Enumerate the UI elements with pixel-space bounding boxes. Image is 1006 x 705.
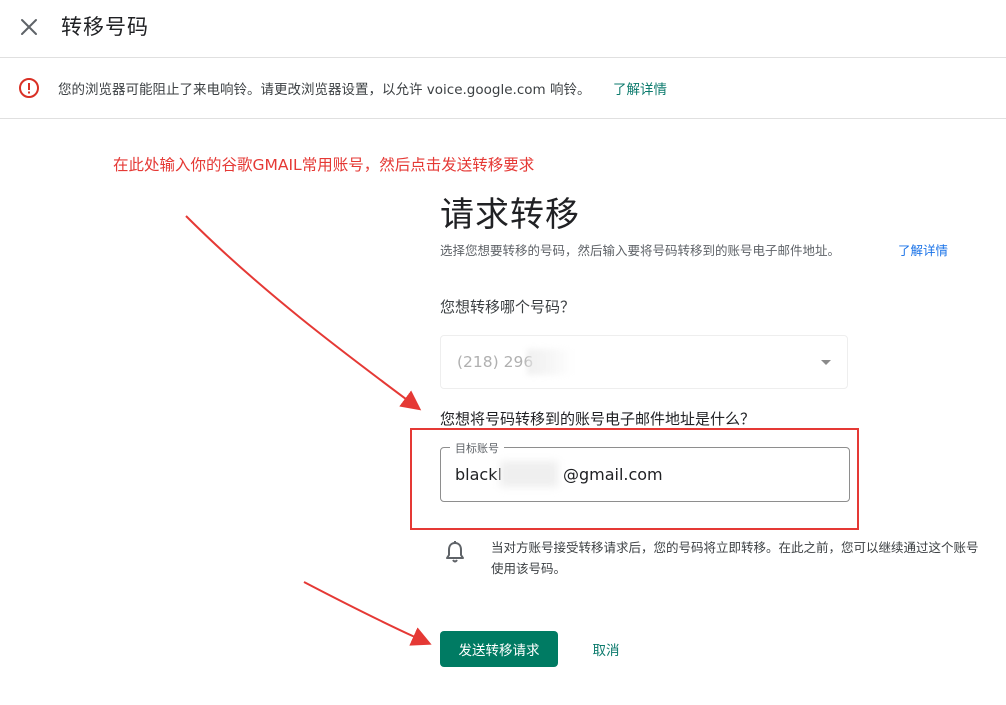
- warning-learn-more-link[interactable]: 了解详情: [613, 78, 667, 98]
- redaction-blur: [527, 349, 573, 375]
- close-icon: [21, 19, 37, 35]
- selected-number: (218) 296: [457, 353, 534, 371]
- error-icon: [19, 78, 39, 98]
- highlight-box: [410, 428, 859, 530]
- arrow-to-send-button: [303, 581, 432, 646]
- dropdown-arrow-icon: [821, 360, 831, 365]
- close-button[interactable]: [14, 12, 44, 42]
- send-transfer-request-button[interactable]: 发送转移请求: [440, 631, 558, 667]
- page-title: 转移号码: [61, 15, 149, 39]
- warning-text: 您的浏览器可能阻止了来电响铃。请更改浏览器设置，以允许 voice.google…: [58, 82, 591, 98]
- instruction-annotation: 在此处输入你的谷歌GMAIL常用账号，然后点击发送转移要求: [113, 156, 535, 174]
- transfer-info-text: 当对方账号接受转移请求后，您的号码将立即转移。在此之前，您可以继续通过这个账号使…: [491, 540, 979, 576]
- email-question-label: 您想将号码转移到的账号电子邮件地址是什么？: [440, 410, 756, 428]
- top-app-bar: 转移号码: [0, 0, 1006, 58]
- transfer-title: 请求转移: [440, 195, 580, 235]
- arrow-to-email: [185, 215, 422, 411]
- ringing-warning-banner: 您的浏览器可能阻止了来电响铃。请更改浏览器设置，以允许 voice.google…: [0, 58, 1006, 119]
- number-select[interactable]: (218) 296: [440, 335, 848, 389]
- subtitle-learn-more-link[interactable]: 了解详情: [898, 240, 948, 259]
- number-question-label: 您想转移哪个号码？: [440, 298, 576, 316]
- transfer-subtitle: 选择您想要转移的号码，然后输入要将号码转移到的账号电子邮件地址。: [440, 243, 841, 258]
- bell-icon: [446, 541, 464, 563]
- cancel-button[interactable]: 取消: [580, 631, 632, 667]
